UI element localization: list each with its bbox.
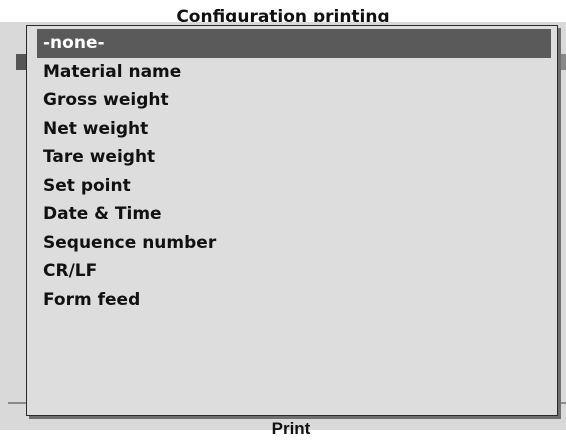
menu-item-cr-lf[interactable]: CR/LF [37, 257, 551, 286]
field-popup-menu: -none- Material name Gross weight Net we… [26, 25, 558, 416]
menu-item-material-name[interactable]: Material name [37, 58, 551, 87]
print-button[interactable]: Print [236, 414, 346, 444]
popup-menu-list: -none- Material name Gross weight Net we… [37, 29, 551, 314]
dialog-title: Configuration printing [0, 0, 566, 22]
menu-item-none[interactable]: -none- [37, 29, 551, 58]
menu-item-sequence-number[interactable]: Sequence number [37, 229, 551, 258]
menu-item-tare-weight[interactable]: Tare weight [37, 143, 551, 172]
menu-item-net-weight[interactable]: Net weight [37, 115, 551, 144]
menu-item-set-point[interactable]: Set point [37, 172, 551, 201]
menu-item-gross-weight[interactable]: Gross weight [37, 86, 551, 115]
menu-item-form-feed[interactable]: Form feed [37, 286, 551, 315]
dialog-header-bar-edge [16, 54, 26, 70]
menu-item-date-time[interactable]: Date & Time [37, 200, 551, 229]
